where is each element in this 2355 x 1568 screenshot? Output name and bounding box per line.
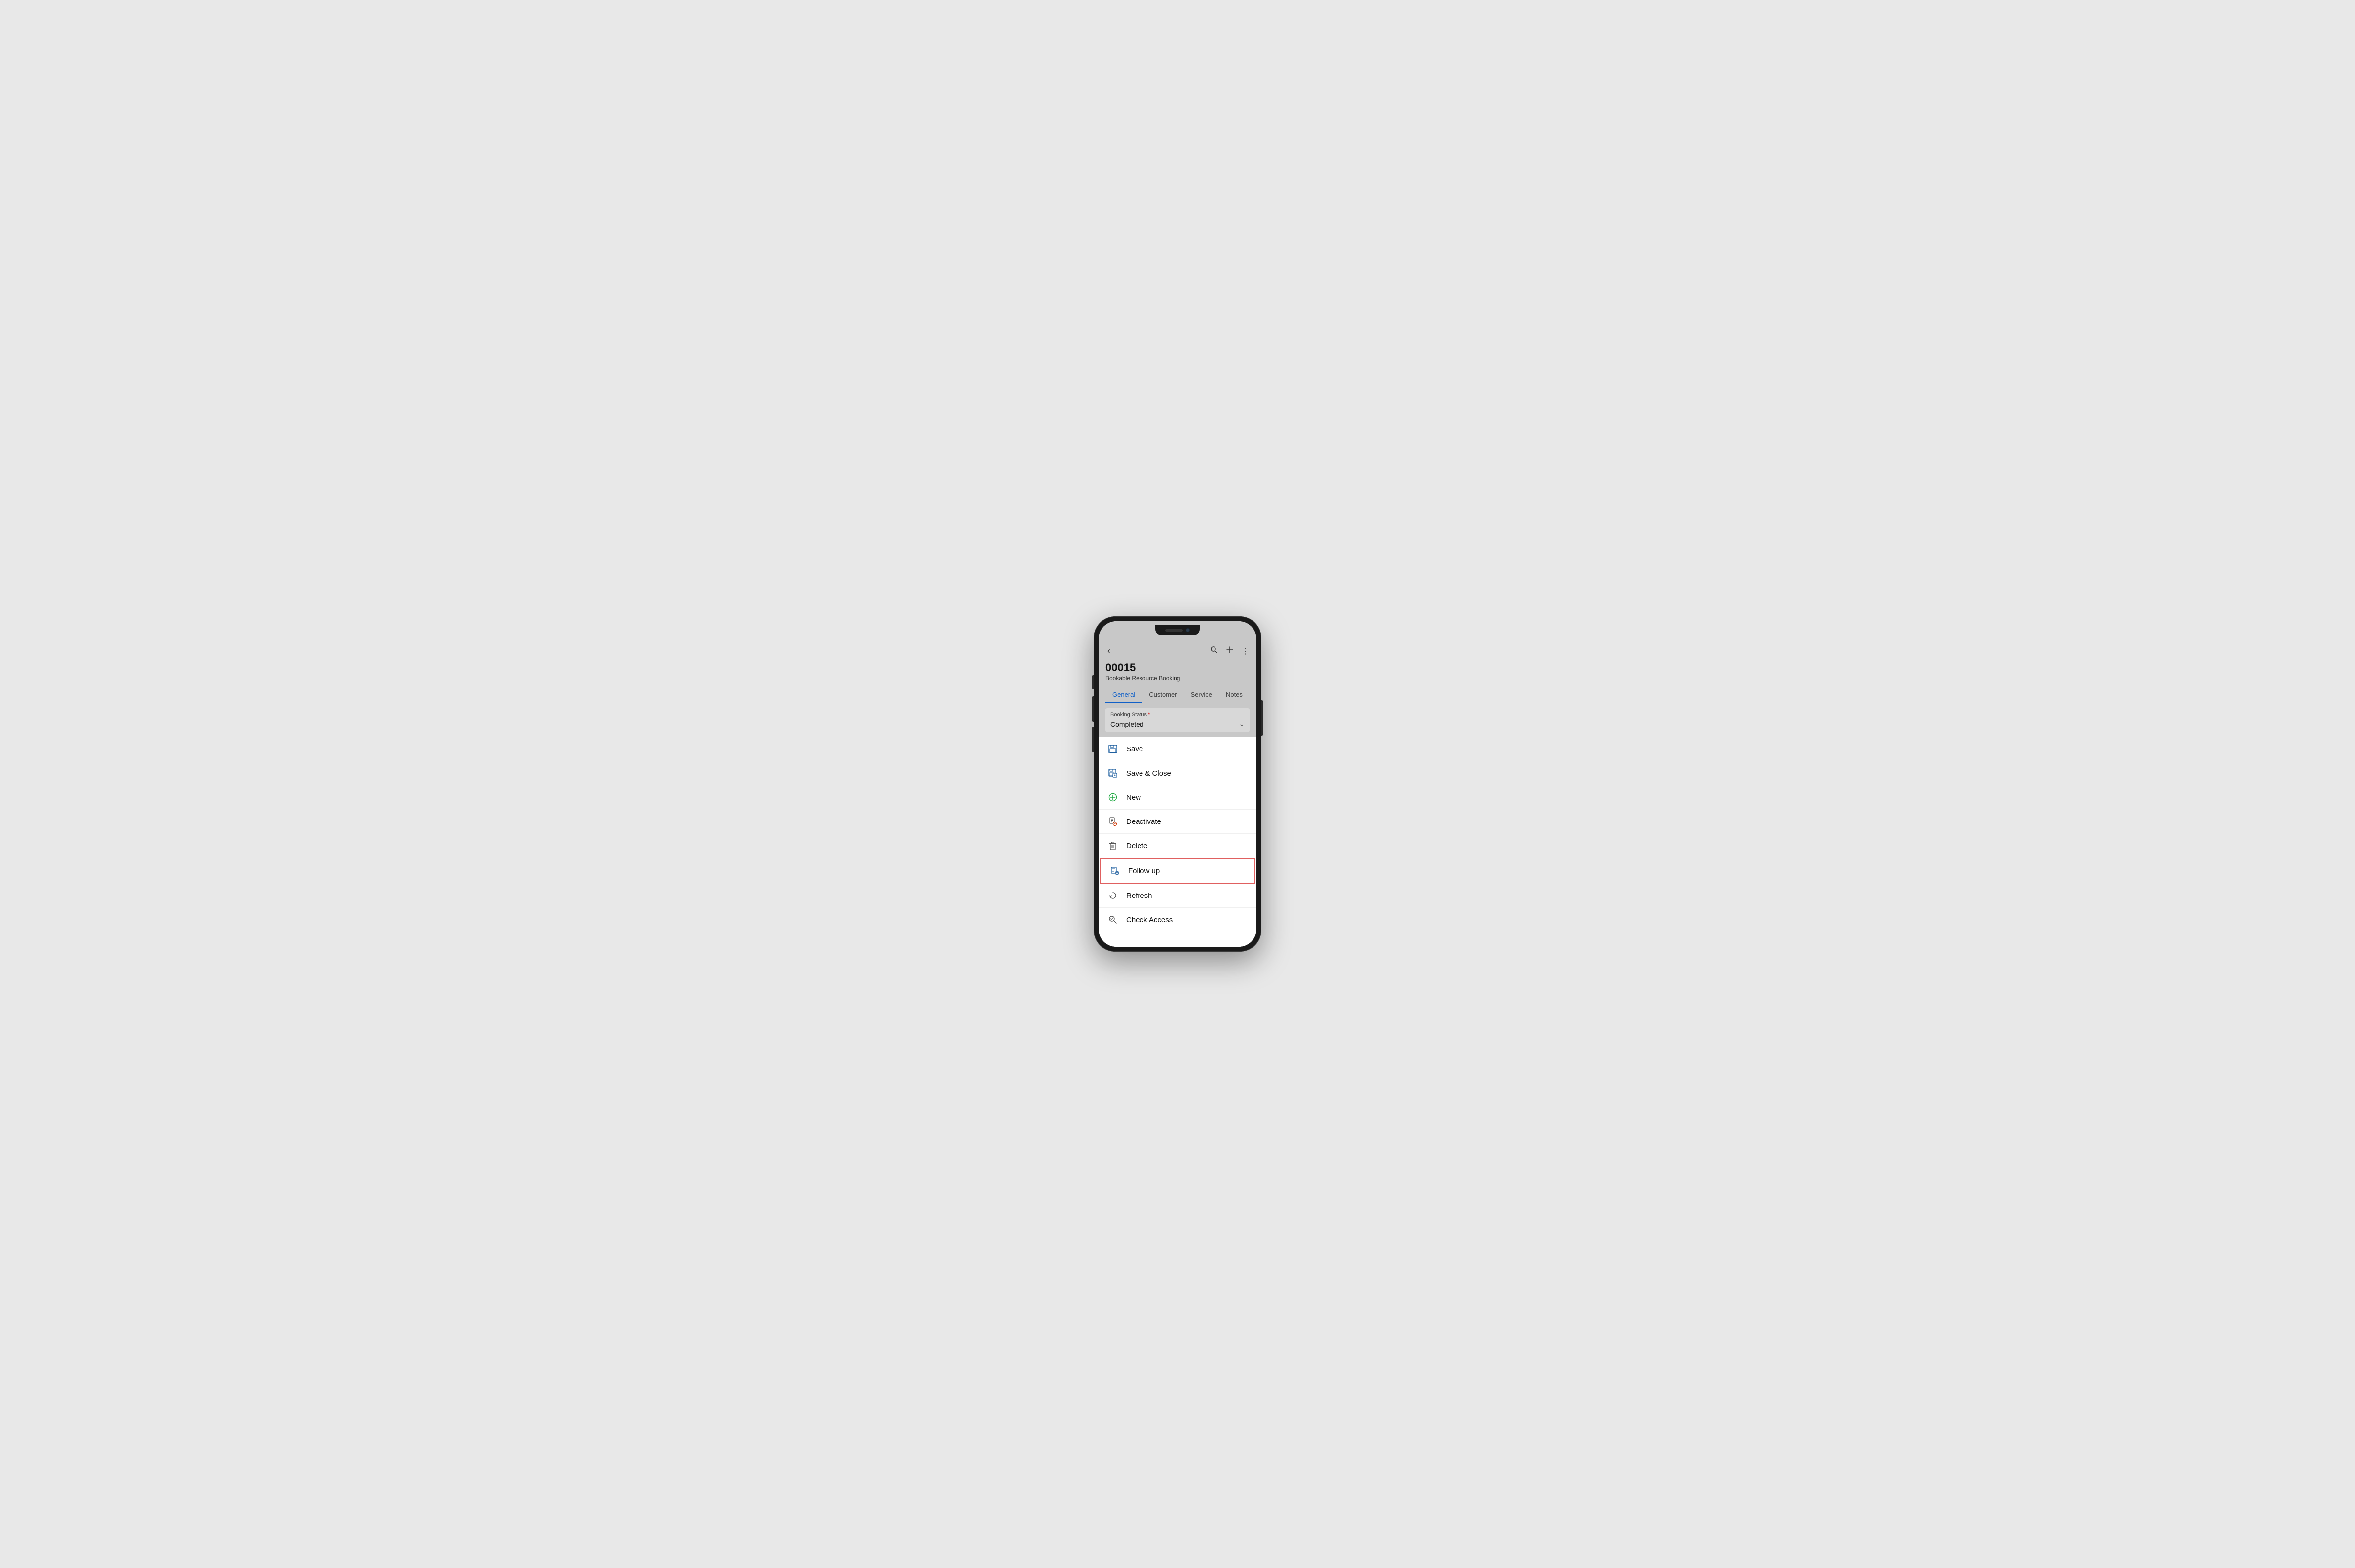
new-icon bbox=[1107, 792, 1118, 803]
speaker bbox=[1165, 629, 1183, 632]
form-area: Booking Status* Completed ⌄ bbox=[1099, 703, 1256, 737]
tab-general[interactable]: General bbox=[1105, 687, 1142, 703]
save-close-icon bbox=[1107, 768, 1118, 779]
toolbar-actions: ⋮ bbox=[1210, 646, 1250, 656]
menu-item-save[interactable]: Save bbox=[1099, 737, 1256, 761]
booking-status-value-row: Completed ⌄ bbox=[1110, 720, 1245, 728]
tabs-bar: General Customer Service Notes bbox=[1099, 687, 1256, 703]
app-content: ‹ ⋮ bbox=[1099, 639, 1256, 947]
follow-up-label: Follow up bbox=[1128, 867, 1160, 875]
deactivate-label: Deactivate bbox=[1126, 818, 1161, 826]
check-access-icon bbox=[1107, 914, 1118, 925]
search-icon[interactable] bbox=[1210, 646, 1218, 656]
volume-up-button bbox=[1092, 696, 1094, 722]
power-button bbox=[1261, 700, 1263, 736]
tab-notes[interactable]: Notes bbox=[1219, 687, 1250, 703]
delete-icon bbox=[1107, 840, 1118, 851]
menu-item-new[interactable]: New bbox=[1099, 785, 1256, 810]
menu-item-follow-up[interactable]: Follow up bbox=[1100, 858, 1255, 884]
delete-label: Delete bbox=[1126, 842, 1147, 850]
save-icon bbox=[1107, 744, 1118, 754]
new-label: New bbox=[1126, 793, 1141, 802]
record-header: 00015 Bookable Resource Booking bbox=[1099, 658, 1256, 687]
booking-status-field[interactable]: Booking Status* Completed ⌄ bbox=[1105, 708, 1250, 732]
menu-item-deactivate[interactable]: Deactivate bbox=[1099, 810, 1256, 834]
notch bbox=[1155, 625, 1200, 635]
header-toolbar: ‹ ⋮ bbox=[1099, 639, 1256, 658]
refresh-icon bbox=[1107, 890, 1118, 901]
tab-customer[interactable]: Customer bbox=[1142, 687, 1183, 703]
record-type: Bookable Resource Booking bbox=[1105, 675, 1250, 682]
save-label: Save bbox=[1126, 745, 1143, 753]
add-icon[interactable] bbox=[1226, 646, 1234, 656]
deactivate-icon bbox=[1107, 816, 1118, 827]
mute-button bbox=[1092, 675, 1094, 689]
record-id: 00015 bbox=[1105, 661, 1250, 674]
refresh-label: Refresh bbox=[1126, 892, 1152, 900]
camera bbox=[1186, 628, 1190, 632]
phone-frame: ‹ ⋮ bbox=[1094, 616, 1261, 952]
menu-item-save-close[interactable]: Save & Close bbox=[1099, 761, 1256, 785]
menu-item-refresh[interactable]: Refresh bbox=[1099, 884, 1256, 908]
check-access-label: Check Access bbox=[1126, 916, 1173, 924]
status-bar bbox=[1099, 621, 1256, 639]
follow-up-icon bbox=[1109, 865, 1120, 876]
booking-status-value: Completed bbox=[1110, 720, 1144, 728]
save-close-label: Save & Close bbox=[1126, 769, 1171, 778]
tab-service[interactable]: Service bbox=[1184, 687, 1219, 703]
menu-item-check-access[interactable]: Check Access bbox=[1099, 908, 1256, 932]
menu-item-delete[interactable]: Delete bbox=[1099, 834, 1256, 858]
booking-status-label: Booking Status* bbox=[1110, 712, 1245, 718]
chevron-down-icon: ⌄ bbox=[1239, 720, 1245, 728]
required-indicator: * bbox=[1148, 712, 1150, 718]
phone-screen: ‹ ⋮ bbox=[1099, 621, 1256, 947]
more-icon[interactable]: ⋮ bbox=[1242, 646, 1250, 656]
volume-down-button bbox=[1092, 727, 1094, 752]
menu-list: Save Save & Close bbox=[1099, 737, 1256, 947]
back-button[interactable]: ‹ bbox=[1105, 644, 1112, 658]
